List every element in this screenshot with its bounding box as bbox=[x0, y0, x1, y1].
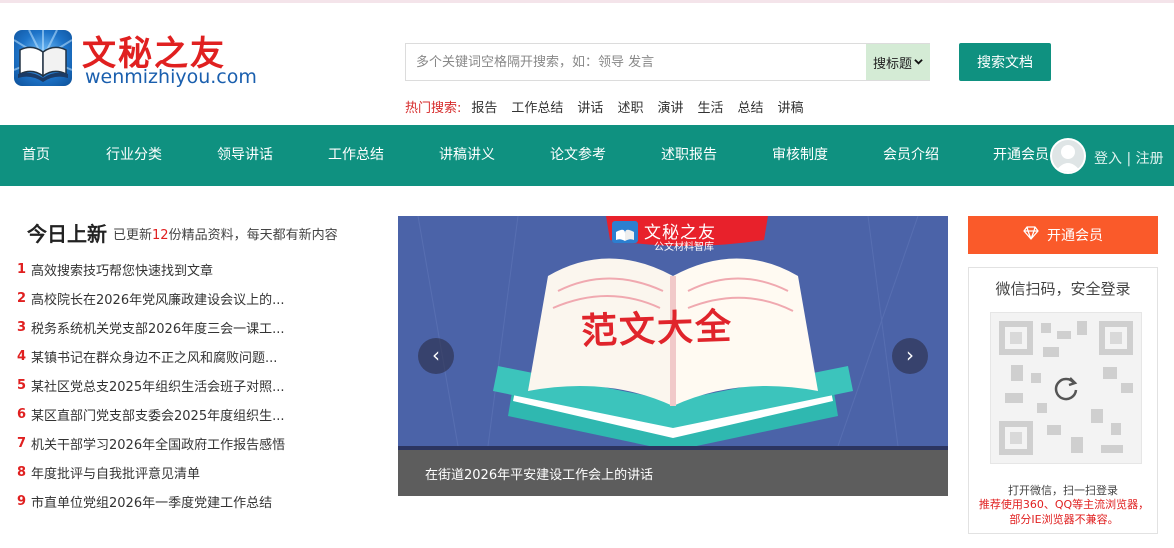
item-title[interactable]: 税务系统机关党支部2026年度三会一课工... bbox=[31, 318, 284, 337]
list-item[interactable]: 3 税务系统机关党支部2026年度三会一课工... bbox=[17, 313, 317, 342]
item-title[interactable]: 市直单位党组2026年一季度党建工作总结 bbox=[31, 492, 272, 511]
list-item[interactable]: 2 高校院长在2026年党风廉政建设会议上的... bbox=[17, 284, 317, 313]
item-number: 8 bbox=[17, 465, 27, 480]
item-title[interactable]: 年度批评与自我批评意见清单 bbox=[31, 463, 200, 482]
top-border-line bbox=[0, 0, 1174, 3]
banner-tag-subtitle: 公文材料智库 bbox=[654, 242, 714, 253]
list-item[interactable]: 1 高效搜索技巧帮您快速找到文章 bbox=[17, 255, 317, 284]
chevron-down-icon bbox=[914, 55, 923, 70]
search-input[interactable] bbox=[406, 44, 866, 80]
item-title[interactable]: 某区直部门党支部支委会2025年度组织生... bbox=[31, 405, 284, 424]
open-membership-button[interactable]: 开通会员 bbox=[968, 216, 1158, 254]
register-link[interactable]: 注册 bbox=[1136, 151, 1164, 167]
nav-item-report[interactable]: 述职报告 bbox=[661, 125, 717, 186]
hot-search-item[interactable]: 演讲 bbox=[657, 97, 683, 116]
diamond-icon bbox=[1023, 226, 1039, 244]
list-item[interactable]: 6 某区直部门党支部支委会2025年度组织生... bbox=[17, 400, 317, 429]
qr-title: 微信扫码，安全登录 bbox=[995, 280, 1131, 298]
list-item[interactable]: 8 年度批评与自我批评意见清单 bbox=[17, 458, 317, 487]
item-number: 7 bbox=[17, 436, 27, 451]
item-number: 6 bbox=[17, 407, 27, 422]
today-sub-prefix: 已更新 bbox=[113, 228, 153, 243]
hot-search-item[interactable]: 总结 bbox=[737, 97, 763, 116]
search-box: 搜标题 bbox=[405, 43, 930, 81]
hot-search-item[interactable]: 工作总结 bbox=[511, 97, 563, 116]
item-title[interactable]: 某镇书记在群众身边不正之风和腐败问题... bbox=[31, 347, 277, 366]
list-item[interactable]: 9 市直单位党组2026年一季度党建工作总结 bbox=[17, 487, 317, 516]
hot-search-item[interactable]: 讲话 bbox=[577, 97, 603, 116]
item-number: 3 bbox=[17, 320, 27, 335]
nav-item-membership-info[interactable]: 会员介绍 bbox=[883, 125, 939, 186]
chevron-left-icon[interactable]: ‹ bbox=[418, 338, 454, 374]
hot-search-item[interactable]: 讲稿 bbox=[778, 97, 804, 116]
open-membership-label: 开通会员 bbox=[1047, 228, 1103, 244]
list-item[interactable]: 4 某镇书记在群众身边不正之风和腐败问题... bbox=[17, 342, 317, 371]
login-links: 登入 | 注册 bbox=[1094, 148, 1164, 168]
item-title[interactable]: 高效搜索技巧帮您快速找到文章 bbox=[31, 260, 213, 279]
banner-headline: 范文大全 bbox=[580, 306, 734, 353]
nav-item-home[interactable]: 首页 bbox=[22, 125, 50, 186]
item-number: 2 bbox=[17, 291, 27, 306]
nav-item-lecture[interactable]: 讲稿讲义 bbox=[439, 125, 495, 186]
qr-tip: 打开微信，扫一扫登录 bbox=[1008, 484, 1118, 497]
list-item[interactable]: 7 机关干部学习2026年全国政府工作报告感悟 bbox=[17, 429, 317, 458]
banner-brand-tag: 文秘之友 公文材料智库 bbox=[606, 216, 768, 254]
banner-caption-text[interactable]: 在街道2026年平安建设工作会上的讲话 bbox=[425, 464, 653, 483]
item-title[interactable]: 机关干部学习2026年全国政府工作报告感悟 bbox=[31, 434, 285, 453]
today-sub-count: 12 bbox=[152, 228, 169, 243]
today-subtitle: 已更新12份精品资料，每天都有新内容 bbox=[113, 224, 338, 243]
nav-item-papers[interactable]: 论文参考 bbox=[550, 125, 606, 186]
item-number: 9 bbox=[17, 494, 27, 509]
today-sub-suffix: 份精品资料，每天都有新内容 bbox=[168, 228, 338, 243]
nav-item-open-membership[interactable]: 开通会员 bbox=[993, 125, 1049, 186]
list-item[interactable]: 5 某社区党总支2025年组织生活会班子对照... bbox=[17, 371, 317, 400]
main-nav: 首页 行业分类 领导讲话 工作总结 讲稿讲义 论文参考 述职报告 审核制度 会员… bbox=[0, 125, 1174, 186]
nav-item-audit[interactable]: 审核制度 bbox=[772, 125, 828, 186]
qr-login-panel: 微信扫码，安全登录 打开微信，扫一扫登录 推荐使用360、QQ等主流浏览器，部分… bbox=[968, 267, 1158, 534]
today-title: 今日上新 bbox=[27, 222, 107, 246]
site-logo[interactable]: 文秘之友 wenmizhiyou.com bbox=[14, 28, 257, 90]
banner-caption[interactable]: 在街道2026年平安建设工作会上的讲话 bbox=[398, 446, 948, 496]
search-type-select[interactable]: 搜标题 bbox=[866, 44, 930, 80]
nav-item-leader-speech[interactable]: 领导讲话 bbox=[217, 125, 273, 186]
item-number: 5 bbox=[17, 378, 27, 393]
hot-search-label: 热门搜索: bbox=[405, 100, 462, 116]
item-title[interactable]: 某社区党总支2025年组织生活会班子对照... bbox=[31, 376, 284, 395]
banner-carousel[interactable]: 文秘之友 公文材料智库 范文大全 ‹ › 在街道2026年平安建设工作会上的讲话 bbox=[398, 216, 948, 496]
user-avatar-icon[interactable] bbox=[1050, 138, 1086, 174]
refresh-icon[interactable] bbox=[1050, 372, 1082, 404]
hot-search-item[interactable]: 生活 bbox=[697, 97, 723, 116]
hot-search-bar: 热门搜索: 报告 工作总结 讲话 述职 演讲 生活 总结 讲稿 bbox=[405, 96, 818, 116]
browser-warning: 推荐使用360、QQ等主流浏览器，部分IE浏览器不兼容。 bbox=[978, 498, 1150, 526]
login-separator: | bbox=[1126, 151, 1132, 167]
chevron-right-icon[interactable]: › bbox=[892, 338, 928, 374]
hot-search-item[interactable]: 述职 bbox=[617, 97, 643, 116]
item-title[interactable]: 高校院长在2026年党风廉政建设会议上的... bbox=[31, 289, 284, 308]
search-button[interactable]: 搜索文档 bbox=[959, 43, 1051, 81]
news-list: 1 高效搜索技巧帮您快速找到文章 2 高校院长在2026年党风廉政建设会议上的...… bbox=[17, 255, 317, 516]
nav-item-work-summary[interactable]: 工作总结 bbox=[328, 125, 384, 186]
book-logo-icon bbox=[14, 30, 72, 86]
search-type-value: 搜标题 bbox=[872, 56, 912, 72]
logo-domain-text: wenmizhiyou.com bbox=[85, 66, 257, 88]
item-number: 1 bbox=[17, 262, 27, 277]
qr-code[interactable] bbox=[990, 312, 1142, 464]
nav-item-industry[interactable]: 行业分类 bbox=[106, 125, 162, 186]
item-number: 4 bbox=[17, 349, 27, 364]
hot-search-item[interactable]: 报告 bbox=[471, 97, 497, 116]
login-link[interactable]: 登入 bbox=[1094, 151, 1122, 167]
